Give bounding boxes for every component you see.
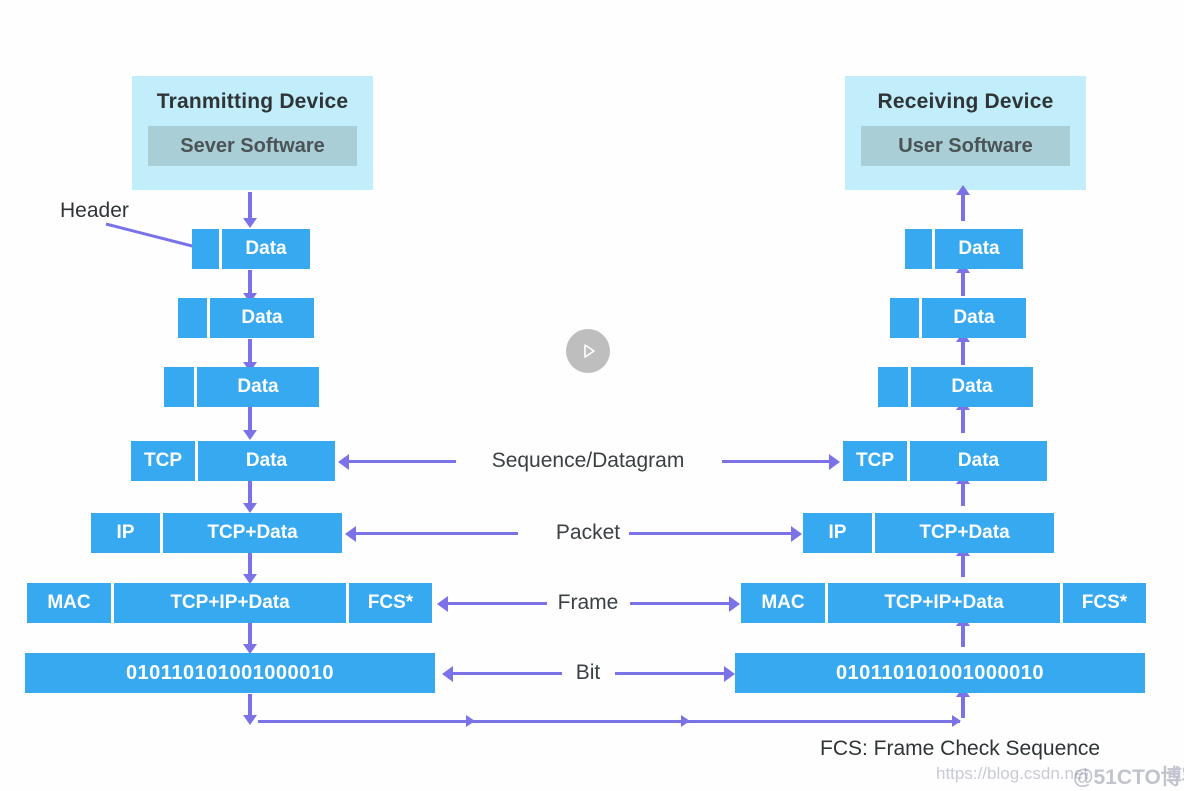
arrow-left-l2-to-l3 (248, 339, 252, 363)
right-layer-session: Data (0, 367, 1184, 407)
peer-label-transport: Sequence/Datagram (491, 449, 685, 472)
arrow-right-l6-to-l5 (961, 555, 965, 577)
right-transport-payload: Data (910, 441, 1047, 481)
arrow-right-l1-to-panel (961, 194, 965, 221)
arrow-right-l4-to-l3 (961, 409, 965, 433)
peer-label-datalink: Frame (557, 591, 619, 614)
physical-medium-line (258, 720, 960, 723)
transmitting-device-title: Tranmitting Device (156, 90, 349, 113)
peer-label-network: Packet (555, 521, 621, 544)
watermark-cto: @51CTO博客 (1073, 766, 1184, 789)
user-software-box: User Software (861, 126, 1070, 166)
receiving-device-panel: Receiving Device User Software (845, 76, 1086, 190)
right-transport-header: TCP (843, 441, 907, 481)
arrow-right-l2-to-l1 (961, 272, 965, 296)
right-application-payload: Data (935, 229, 1023, 269)
arrow-left-l5-to-l6 (248, 553, 252, 575)
arrow-left-l3-to-l4 (248, 407, 252, 431)
arrow-left-l6-to-l7 (248, 623, 252, 645)
physical-medium-tick-end (952, 715, 961, 727)
right-presentation-header (890, 298, 919, 338)
right-presentation-payload: Data (922, 298, 1026, 338)
right-session-payload: Data (911, 367, 1033, 407)
peer-arrow-transport-right (722, 460, 830, 463)
peer-label-physical: Bit (575, 661, 601, 684)
right-session-header (878, 367, 908, 407)
right-application-header (905, 229, 932, 269)
right-layer-application: Data (0, 229, 1184, 269)
arrow-left-panel-to-l1 (248, 192, 252, 219)
peer-arrow-datalink-right (630, 602, 730, 605)
play-triangle-icon (584, 344, 595, 358)
physical-medium-tick-1 (466, 715, 475, 727)
peer-arrow-network-left (355, 532, 518, 535)
right-network-header: IP (803, 513, 872, 553)
video-play-button[interactable] (566, 329, 610, 373)
header-callout-label: Header (60, 199, 129, 222)
physical-medium-tick-2 (681, 715, 690, 727)
watermark-blog-url: https://blog.csdn.net (936, 764, 1089, 783)
right-network-payload: TCP+Data (875, 513, 1054, 553)
fcs-footnote: FCS: Frame Check Sequence (820, 737, 1101, 760)
right-datalink-fcs: FCS* (1063, 583, 1146, 623)
arrow-right-l7-to-l6 (961, 625, 965, 647)
diagram-canvas: Tranmitting Device Sever Software Receiv… (0, 0, 1184, 791)
right-datalink-header: MAC (741, 583, 825, 623)
arrow-left-l7-to-bus (248, 694, 252, 716)
peer-arrow-transport-left (348, 460, 456, 463)
transmitting-device-panel: Tranmitting Device Sever Software (132, 76, 373, 190)
server-software-box: Sever Software (148, 126, 357, 166)
receiving-device-title: Receiving Device (877, 90, 1054, 113)
arrow-left-l1-to-l2 (248, 270, 252, 294)
arrow-right-bus-to-l7 (961, 696, 965, 718)
arrow-right-l3-to-l2 (961, 341, 965, 365)
peer-arrow-physical-right (615, 672, 725, 675)
peer-arrow-network-right (629, 532, 792, 535)
peer-arrow-physical-left (452, 672, 562, 675)
arrow-right-l5-to-l4 (961, 483, 965, 506)
arrow-left-l4-to-l5 (248, 481, 252, 504)
right-physical-bits: 010110101001000010 (735, 653, 1145, 693)
right-datalink-payload: TCP+IP+Data (828, 583, 1060, 623)
peer-arrow-datalink-left (447, 602, 547, 605)
